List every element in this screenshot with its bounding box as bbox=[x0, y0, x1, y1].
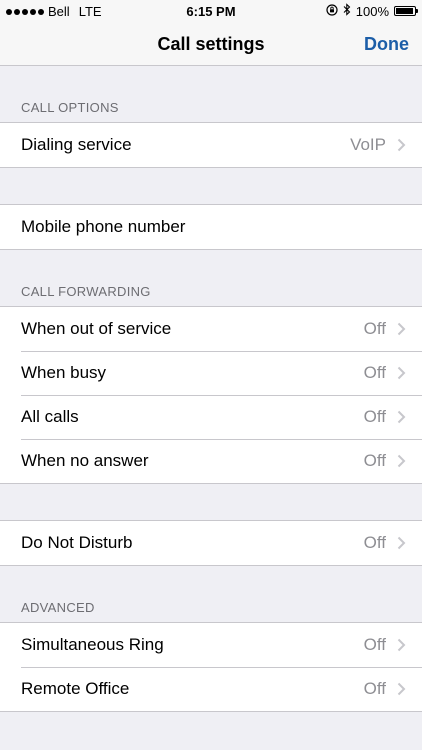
chevron-right-icon bbox=[394, 138, 408, 152]
row-value: Off bbox=[363, 319, 386, 338]
row-when-no-answer[interactable]: When no answer Off bbox=[0, 439, 422, 483]
chevron-right-icon bbox=[394, 536, 408, 550]
row-value: Off bbox=[363, 533, 386, 552]
chevron-right-icon bbox=[394, 366, 408, 380]
navigation-bar: Call settings Done bbox=[0, 22, 422, 66]
row-label: Mobile phone number bbox=[21, 217, 186, 236]
row-when-busy[interactable]: When busy Off bbox=[0, 351, 422, 395]
orientation-lock-icon bbox=[326, 3, 338, 19]
group-do-not-disturb: Do Not Disturb Off bbox=[0, 520, 422, 566]
row-value: Off bbox=[363, 451, 386, 470]
chevron-right-icon bbox=[394, 638, 408, 652]
chevron-right-icon bbox=[394, 454, 408, 468]
group-call-options: Dialing service VoIP bbox=[0, 122, 422, 168]
row-label: Dialing service bbox=[21, 135, 132, 154]
row-label: All calls bbox=[21, 407, 79, 426]
bluetooth-icon bbox=[343, 3, 351, 19]
chevron-right-icon bbox=[394, 410, 408, 424]
row-label: Simultaneous Ring bbox=[21, 635, 164, 654]
row-mobile-phone-number[interactable]: Mobile phone number bbox=[0, 205, 422, 249]
settings-list: CALL OPTIONS Dialing service VoIP Mobile… bbox=[0, 66, 422, 712]
row-when-out-of-service[interactable]: When out of service Off bbox=[0, 307, 422, 351]
group-mobile: Mobile phone number bbox=[0, 204, 422, 250]
status-right: 100% bbox=[326, 3, 418, 19]
battery-icon bbox=[394, 6, 418, 16]
battery-percent: 100% bbox=[355, 3, 389, 19]
row-value: Off bbox=[363, 407, 386, 426]
chevron-right-icon bbox=[394, 322, 408, 336]
row-all-calls[interactable]: All calls Off bbox=[0, 395, 422, 439]
done-button[interactable]: Done bbox=[364, 34, 409, 55]
row-label: When busy bbox=[21, 363, 107, 382]
row-value: VoIP bbox=[350, 135, 386, 154]
row-value: Off bbox=[363, 679, 386, 698]
group-call-forwarding: When out of service Off When busy Off Al… bbox=[0, 306, 422, 484]
section-header-call-forwarding: CALL FORWARDING bbox=[21, 284, 151, 299]
row-value: Off bbox=[363, 363, 386, 382]
row-label: When out of service bbox=[21, 319, 172, 338]
row-dialing-service[interactable]: Dialing service VoIP bbox=[0, 123, 422, 167]
row-simultaneous-ring[interactable]: Simultaneous Ring Off bbox=[0, 623, 422, 667]
section-header-call-options: CALL OPTIONS bbox=[21, 100, 119, 115]
row-label: Remote Office bbox=[21, 679, 130, 698]
page-title: Call settings bbox=[157, 34, 265, 54]
section-header-advanced: ADVANCED bbox=[21, 600, 95, 615]
row-value: Off bbox=[363, 635, 386, 654]
chevron-right-icon bbox=[394, 682, 408, 696]
row-label: Do Not Disturb bbox=[21, 533, 133, 552]
row-label: When no answer bbox=[21, 451, 149, 470]
group-advanced: Simultaneous Ring Off Remote Office Off bbox=[0, 622, 422, 712]
row-do-not-disturb[interactable]: Do Not Disturb Off bbox=[0, 521, 422, 565]
status-bar: Bell LTE 6:15 PM 100% bbox=[0, 0, 422, 22]
row-remote-office[interactable]: Remote Office Off bbox=[0, 667, 422, 711]
